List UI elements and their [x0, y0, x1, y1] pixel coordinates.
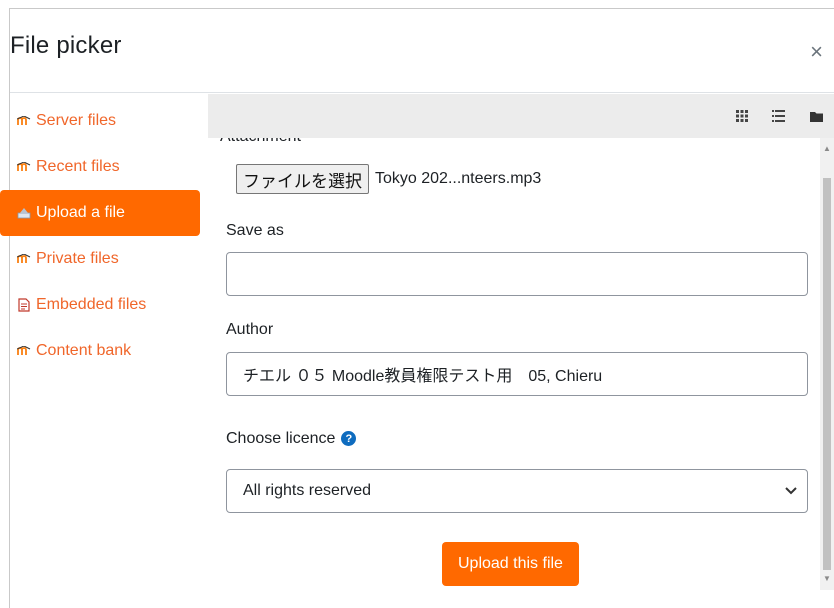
moodle-icon	[16, 159, 32, 175]
scroll-up-icon[interactable]: ▲	[822, 144, 832, 154]
choose-file-button[interactable]: ファイルを選択	[236, 164, 369, 194]
moodle-icon	[16, 251, 32, 267]
upload-icon	[16, 205, 32, 221]
view-toolbar	[208, 94, 834, 138]
repository-sidebar: Server files Recent files Upload a file …	[0, 98, 200, 374]
sidebar-item-label: Upload a file	[36, 204, 125, 221]
chevron-down-icon	[785, 482, 797, 500]
licence-label: Choose licence	[226, 430, 336, 447]
scrollbar[interactable]: ▲ ▼	[820, 138, 834, 590]
close-button[interactable]: ×	[810, 41, 823, 63]
upload-file-button[interactable]: Upload this file	[442, 542, 579, 586]
save-as-label: Save as	[226, 222, 284, 239]
dialog-header: File picker ×	[10, 9, 834, 93]
sidebar-item-private-files[interactable]: Private files	[0, 236, 200, 282]
moodle-icon	[16, 343, 32, 359]
author-label: Author	[226, 321, 274, 338]
sidebar-item-content-bank[interactable]: Content bank	[0, 328, 200, 374]
sidebar-item-label: Recent files	[36, 158, 120, 175]
sidebar-item-label: Server files	[36, 112, 117, 129]
sidebar-item-server-files[interactable]: Server files	[0, 98, 200, 144]
help-icon[interactable]: ?	[341, 431, 357, 447]
attachment-label: Attachment	[220, 138, 301, 146]
licence-selected-value: All rights reserved	[243, 482, 372, 499]
chosen-file-name: Tokyo 202...nteers.mp3	[375, 170, 542, 187]
scrollbar-thumb[interactable]	[823, 178, 831, 570]
document-icon	[16, 297, 32, 313]
licence-label-row: Choose licence?	[226, 430, 357, 448]
scroll-down-icon[interactable]: ▼	[822, 574, 832, 584]
folder-view-icon[interactable]	[806, 106, 826, 126]
grid-view-icon[interactable]	[732, 106, 752, 126]
sidebar-item-label: Private files	[36, 250, 119, 267]
sidebar-item-label: Embedded files	[36, 296, 147, 313]
moodle-icon	[16, 113, 32, 129]
sidebar-item-label: Content bank	[36, 342, 132, 359]
sidebar-item-upload-a-file[interactable]: Upload a file	[0, 190, 200, 236]
list-view-icon[interactable]	[768, 106, 788, 126]
licence-select[interactable]: All rights reserved	[226, 469, 808, 513]
upload-form: Attachment ファイルを選択 Tokyo 202...nteers.mp…	[208, 138, 834, 590]
dialog-title: File picker	[10, 32, 122, 59]
sidebar-item-recent-files[interactable]: Recent files	[0, 144, 200, 190]
sidebar-item-embedded-files[interactable]: Embedded files	[0, 282, 200, 328]
file-input-row: ファイルを選択 Tokyo 202...nteers.mp3	[236, 164, 541, 194]
save-as-input[interactable]	[226, 252, 808, 296]
author-input[interactable]: チエル ０５ Moodle教員権限テスト用 05, Chieru	[226, 352, 808, 396]
